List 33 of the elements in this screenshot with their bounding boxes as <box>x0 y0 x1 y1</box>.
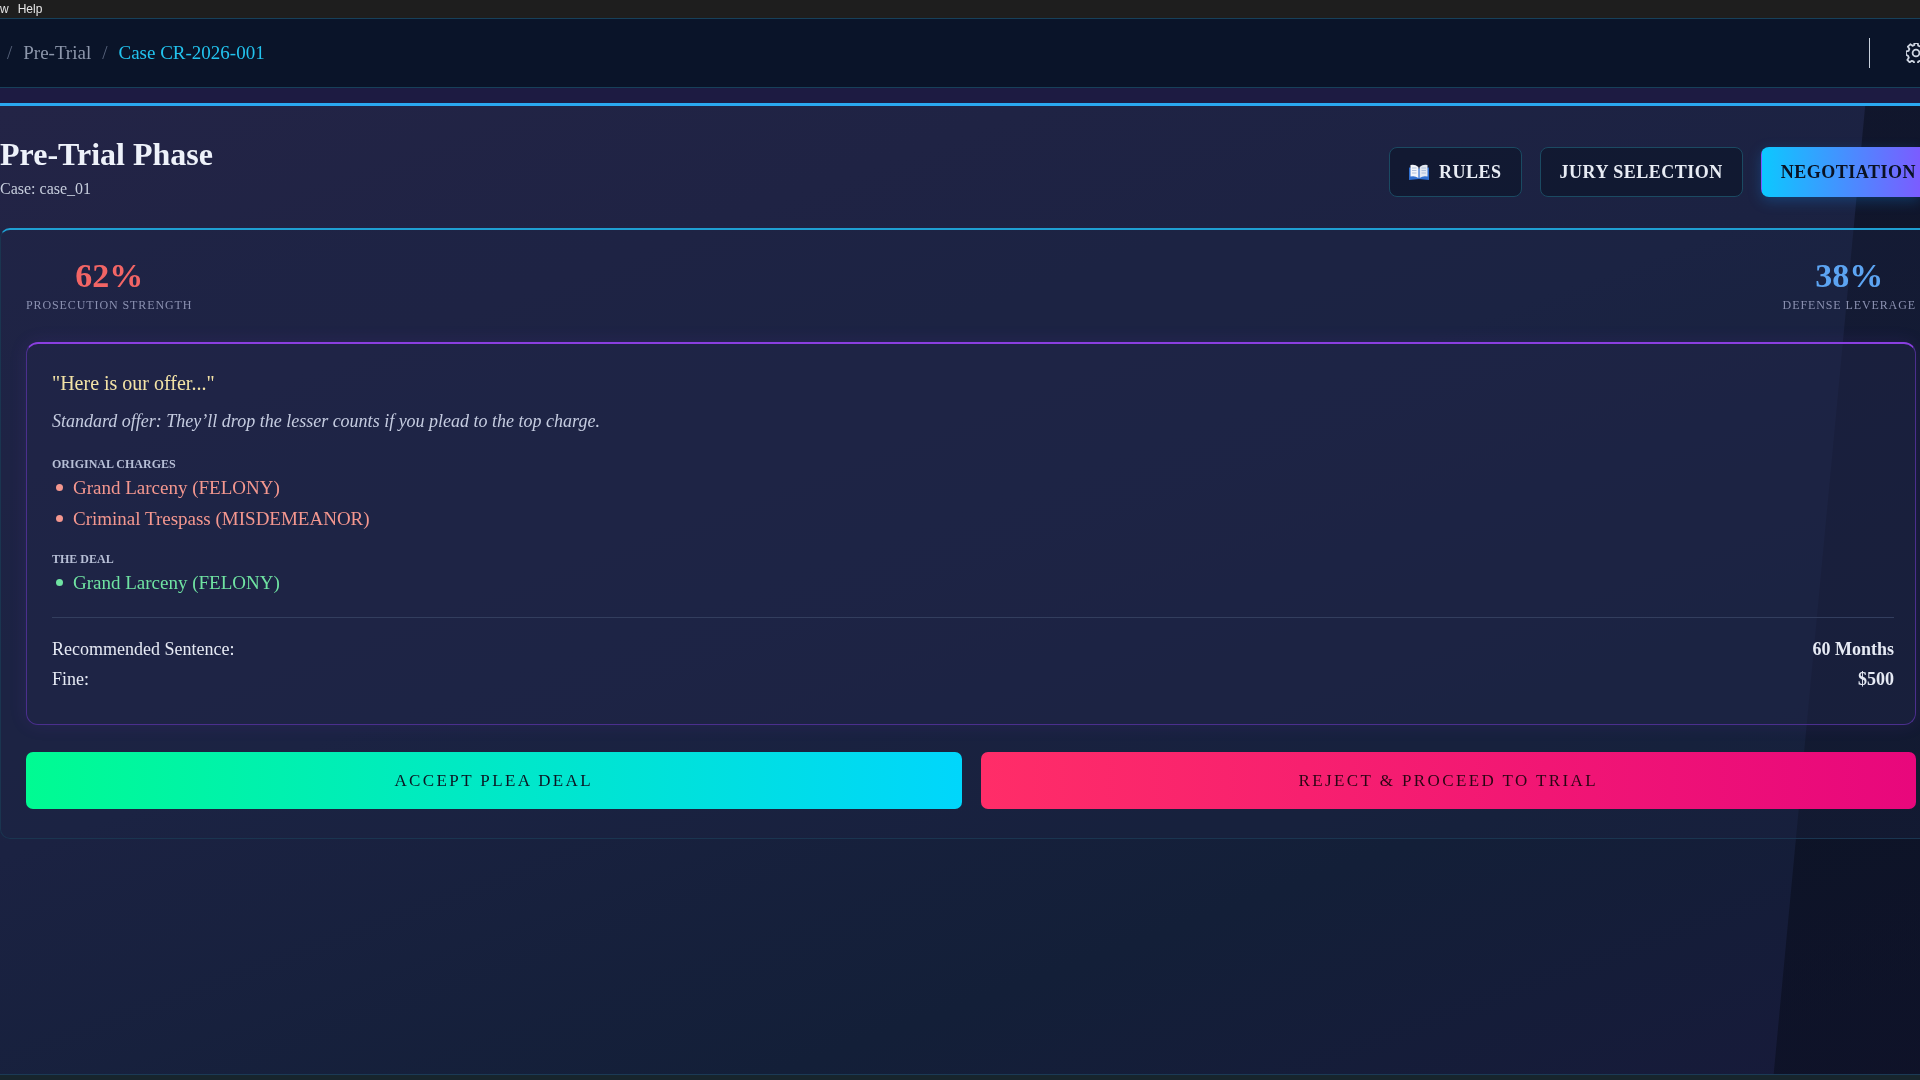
term-value: 60 Months <box>1812 638 1894 661</box>
tab[interactable]: NEGOTIATION <box>1760 147 1920 197</box>
book-icon <box>1409 164 1430 180</box>
breadcrumb-separator: / <box>7 40 13 65</box>
term-label: Fine: <box>52 668 89 691</box>
breadcrumb-link[interactable]: Pre-Trial <box>23 38 92 68</box>
section-heading: ORIGINAL CHARGES <box>52 456 177 472</box>
term-label: Recommended Sentence: <box>52 638 235 661</box>
page-title: Pre-Trial Phase <box>0 135 213 173</box>
term-value: $500 <box>1858 668 1894 691</box>
stat-value: 62% <box>74 256 145 296</box>
bullet-icon <box>56 579 63 586</box>
bullet-icon <box>56 515 63 522</box>
offer-quote: "Here is our offer..." <box>52 371 216 396</box>
stat-value: 38% <box>1814 256 1885 296</box>
accept-button[interactable]: ACCEPT PLEA DEAL <box>26 752 962 809</box>
stat-label: PROSECUTION STRENGTH <box>26 298 193 312</box>
breadcrumb-separator: / <box>102 40 108 65</box>
tab[interactable]: JURY SELECTION <box>1539 147 1743 197</box>
charge-text: Grand Larceny (FELONY) <box>73 476 280 500</box>
reject-button[interactable]: REJECT & PROCEED TO TRIAL <box>980 752 1916 809</box>
settings-icon[interactable] <box>1906 43 1920 63</box>
menu-item[interactable]: Help <box>17 0 43 18</box>
bullet-icon <box>56 484 63 491</box>
menu-item[interactable]: w <box>0 0 9 18</box>
tab[interactable]: RULES <box>1389 147 1522 197</box>
charge-text: Grand Larceny (FELONY) <box>73 571 280 595</box>
breadcrumb-current: Case CR-2026-001 <box>118 40 265 65</box>
case-label: Case: case_01 <box>0 179 93 199</box>
charge-text: Criminal Trespass (MISDEMEANOR) <box>73 507 370 531</box>
section-heading: THE DEAL <box>52 551 115 567</box>
stat-label: DEFENSE LEVERAGE <box>1782 298 1916 312</box>
offer-description: Standard offer: They’ll drop the lesser counts if you plead to the top charge. <box>52 410 601 433</box>
